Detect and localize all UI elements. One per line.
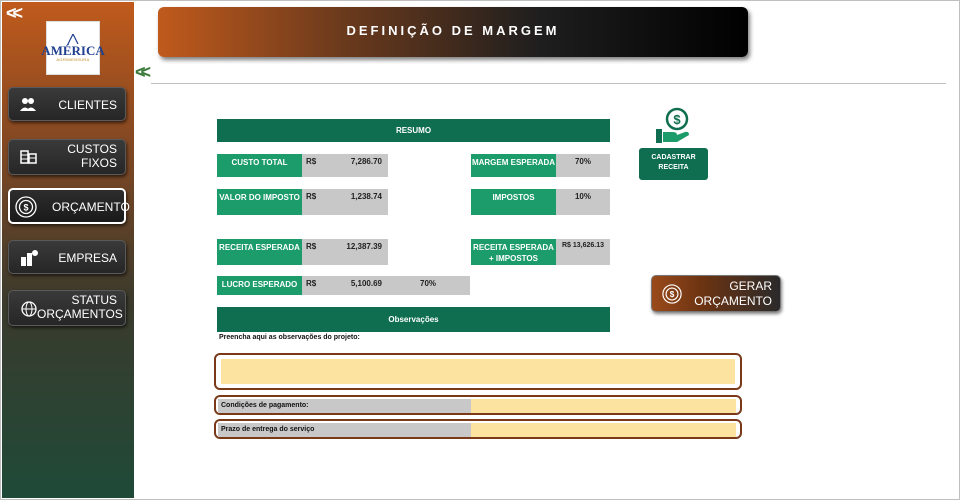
- amount: 1,238.74: [350, 192, 382, 201]
- building-icon: [19, 249, 39, 267]
- prazo-label: Prazo de entrega do serviço: [218, 423, 471, 437]
- hand-money-icon[interactable]: $: [655, 107, 691, 145]
- double-chevron-left-icon[interactable]: <<: [6, 4, 23, 22]
- gerar-orcamento-button[interactable]: $ GERAR ORÇAMENTO: [651, 275, 781, 312]
- coins-icon: [19, 149, 39, 167]
- sidebar-item-empresa[interactable]: EMPRESA: [8, 240, 126, 274]
- amount: 10%: [574, 192, 591, 201]
- header-divider: [151, 83, 946, 84]
- svg-text:$: $: [670, 290, 675, 299]
- custo-total-value: R$ 7,286.70: [302, 154, 388, 177]
- receita-impostos-label: RECEITA ESPERADA + IMPOSTOS: [471, 239, 556, 265]
- amount: 70%: [574, 157, 591, 166]
- lucro-esperado-value: R$ 5,100.69 70%: [302, 276, 470, 295]
- sidebar: << AMÉRICA AGRIMENSURA CLIENTES CUSTOS F…: [2, 2, 134, 498]
- button-label-line-1: CADASTRAR: [651, 154, 696, 161]
- amount: R$ 13,626.13: [561, 242, 605, 249]
- button-label: GERAR ORÇAMENTO: [694, 279, 772, 309]
- resumo-header: RESUMO: [217, 119, 610, 142]
- button-label-line-2: ORÇAMENTO: [694, 294, 772, 308]
- sidebar-item-orcamento[interactable]: $ ORÇAMENTO: [8, 188, 130, 224]
- company-logo: AMÉRICA AGRIMENSURA: [41, 21, 105, 75]
- sidebar-item-clientes[interactable]: CLIENTES: [8, 87, 126, 121]
- currency-label: R$: [306, 279, 317, 288]
- amount: 5,100.69: [350, 279, 382, 288]
- custo-total-label: CUSTO TOTAL: [217, 154, 302, 177]
- receita-impostos-value: R$ 13,626.13: [556, 239, 610, 265]
- impostos-label: IMPOSTOS: [471, 189, 556, 215]
- observacoes-header: Observações: [217, 307, 610, 332]
- impostos-value[interactable]: 10%: [556, 189, 610, 215]
- page-header: DEFINIÇÃO DE MARGEM: [158, 7, 748, 57]
- currency-label: R$: [306, 242, 317, 251]
- users-icon: [19, 96, 39, 114]
- sidebar-item-label: CUSTOS FIXOS: [67, 142, 117, 170]
- globe-icon: [19, 300, 39, 318]
- label-line-2: + IMPOSTOS: [489, 254, 538, 263]
- button-label-line-1: GERAR: [729, 279, 772, 293]
- svg-text:$: $: [23, 203, 28, 213]
- amount: 7,286.70: [350, 157, 382, 166]
- condicoes-row: Condições de pagamento:: [214, 395, 742, 415]
- svg-text:$: $: [673, 112, 681, 127]
- margem-esperada-label: MARGEM ESPERADA: [471, 154, 556, 177]
- sidebar-item-label: EMPRESA: [58, 251, 117, 265]
- receita-esperada-value: R$ 12,387.39: [302, 239, 388, 265]
- margem-esperada-value[interactable]: 70%: [556, 154, 610, 177]
- sidebar-item-custos-fixos[interactable]: CUSTOS FIXOS: [8, 139, 126, 175]
- prazo-row: Prazo de entrega do serviço: [214, 419, 742, 439]
- valor-imposto-value: R$ 1,238.74: [302, 189, 388, 215]
- double-chevron-left-icon[interactable]: <<: [135, 62, 151, 83]
- prazo-input[interactable]: [471, 423, 736, 437]
- cadastrar-receita-button[interactable]: CADASTRAR RECEITA: [639, 148, 708, 180]
- currency-label: R$: [306, 192, 317, 201]
- page-title: DEFINIÇÃO DE MARGEM: [346, 23, 560, 38]
- button-label-line-2: RECEITA: [658, 164, 689, 171]
- observacoes-input[interactable]: [221, 359, 735, 384]
- condicoes-input[interactable]: [471, 399, 736, 413]
- window-frame: << AMÉRICA AGRIMENSURA CLIENTES CUSTOS F…: [0, 0, 960, 500]
- sidebar-item-label: CLIENTES: [58, 98, 117, 112]
- sidebar-item-label: STATUS ORÇAMENTOS: [37, 293, 123, 321]
- target-dollar-icon: $: [662, 284, 682, 304]
- lucro-esperado-label: LUCRO ESPERADO: [217, 276, 302, 295]
- label-line-1: RECEITA ESPERADA: [473, 243, 554, 252]
- observacoes-hint: Preencha aqui as observações do projeto:: [219, 334, 360, 341]
- observacoes-box: [214, 353, 742, 390]
- sidebar-item-status-orcamentos[interactable]: STATUS ORÇAMENTOS: [8, 290, 126, 326]
- amount: 12,387.39: [346, 242, 382, 251]
- percent: 70%: [420, 279, 437, 288]
- target-dollar-icon: $: [15, 196, 37, 218]
- condicoes-label: Condições de pagamento:: [218, 399, 471, 413]
- receita-esperada-label: RECEITA ESPERADA: [217, 239, 302, 265]
- logo-main-text: AMÉRICA: [41, 43, 105, 58]
- valor-imposto-label: VALOR DO IMPOSTO: [217, 189, 302, 215]
- logo-sub-text: AGRIMENSURA: [56, 57, 90, 62]
- sidebar-item-label: ORÇAMENTO: [52, 200, 130, 214]
- currency-label: R$: [306, 157, 317, 166]
